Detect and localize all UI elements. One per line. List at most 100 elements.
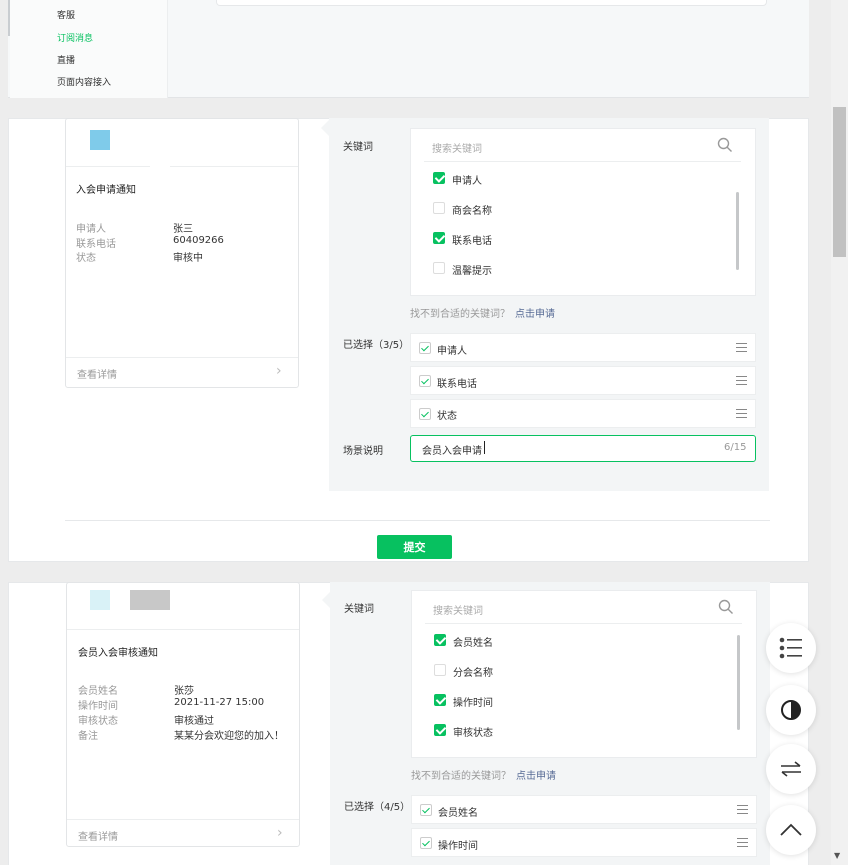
drag-handle-icon[interactable] (736, 343, 747, 352)
search-divider (425, 623, 742, 624)
keyword-checkbox[interactable] (433, 232, 445, 244)
field-key: 状态 (76, 253, 96, 264)
thumbnail-image (90, 590, 110, 610)
chevron-right-icon: › (277, 825, 283, 841)
keyword-option[interactable]: 操作时间 (453, 694, 493, 709)
keyword-option[interactable]: 分会名称 (453, 664, 493, 679)
keyword-search-input[interactable]: 搜索关键词 (433, 602, 483, 617)
drag-handle-icon[interactable] (737, 805, 748, 814)
apply-keyword-link[interactable]: 点击申请 (516, 767, 556, 782)
submit-button[interactable]: 提交 (377, 535, 452, 559)
menu-item-page-content[interactable]: 页面内容接入 (57, 75, 111, 88)
thumbnail-image-blurred (130, 590, 170, 610)
keyword-checkbox[interactable] (433, 262, 445, 274)
keyword-checkbox[interactable] (434, 724, 446, 736)
card-divider (66, 166, 298, 167)
list-icon (779, 637, 802, 659)
scene-label: 场景说明 (343, 446, 383, 457)
selected-item-label: 会员姓名 (438, 808, 478, 819)
keywords-label: 关键词 (343, 142, 373, 153)
selected-item-label: 状态 (437, 411, 457, 422)
section-divider (65, 520, 770, 521)
drag-handle-icon[interactable] (737, 838, 748, 847)
field-key: 联系电话 (76, 239, 116, 250)
search-icon[interactable] (717, 137, 733, 153)
keyword-checkbox[interactable] (434, 664, 446, 676)
apply-keyword-link[interactable]: 点击申请 (515, 305, 555, 320)
keyword-checkbox[interactable] (434, 694, 446, 706)
selected-item-label: 联系电话 (437, 379, 477, 390)
field-value: 张莎 (174, 686, 194, 697)
field-key: 会员姓名 (78, 686, 118, 697)
page-scrollbar-thumb[interactable] (833, 107, 846, 257)
swap-icon (781, 761, 801, 777)
card-title: 入会申请通知 (76, 185, 136, 196)
config-caret (322, 592, 330, 608)
keyword-search-input[interactable]: 搜索关键词 (432, 140, 482, 155)
keyword-list-scrollbar[interactable] (736, 192, 739, 270)
menu-item-live[interactable]: 直播 (57, 53, 75, 66)
keyword-checkbox[interactable] (434, 634, 446, 646)
scroll-down-arrow-icon[interactable]: ▼ (834, 851, 840, 860)
field-key: 申请人 (76, 224, 106, 235)
search-divider (424, 161, 741, 162)
menu-divider (8, 0, 10, 36)
field-value: 张三 (173, 224, 193, 235)
keyword-list-scrollbar[interactable] (737, 635, 740, 730)
back-to-top-button[interactable] (766, 805, 816, 855)
drag-handle-icon[interactable] (736, 376, 747, 385)
field-value: 60409266 (173, 235, 224, 246)
keyword-option[interactable]: 商会名称 (452, 202, 492, 217)
selected-checkbox[interactable] (420, 804, 432, 816)
drag-handle-icon[interactable] (736, 409, 747, 418)
back-to-top-icon (780, 823, 802, 836)
field-value: 审核中 (173, 253, 203, 264)
selected-checkbox[interactable] (419, 375, 431, 387)
selected-checkbox[interactable] (420, 837, 432, 849)
switch-button[interactable] (766, 744, 816, 794)
theme-toggle-button[interactable] (766, 685, 816, 735)
search-icon[interactable] (718, 599, 734, 615)
contrast-icon (781, 700, 801, 720)
field-key: 审核状态 (78, 716, 118, 727)
card-notch (150, 160, 170, 172)
chevron-right-icon: › (276, 363, 282, 379)
card-footer-divider (66, 357, 298, 358)
scene-input-value: 会员入会申请 (422, 446, 482, 457)
keyword-checkbox[interactable] (433, 202, 445, 214)
keyword-option[interactable]: 申请人 (452, 172, 482, 187)
menu-item-subscription-message[interactable]: 订阅消息 (57, 31, 93, 44)
field-key: 操作时间 (78, 701, 118, 712)
menu-item-customer-service[interactable]: 客服 (57, 8, 75, 21)
selected-label: 已选择（4/5） (344, 802, 411, 813)
field-value: 某某分会欢迎您的加入！ (174, 731, 284, 742)
text-cursor (484, 441, 485, 454)
card-divider (67, 629, 299, 630)
hint-text: 找不到合适的关键词？ (411, 771, 511, 782)
config-caret (321, 120, 329, 136)
keyword-option[interactable]: 会员姓名 (453, 634, 493, 649)
selected-item-label: 操作时间 (438, 841, 478, 852)
selected-checkbox[interactable] (419, 408, 431, 420)
selected-item-row[interactable] (410, 399, 756, 428)
keyword-option[interactable]: 联系电话 (452, 232, 492, 247)
previous-card-edge (216, 0, 767, 6)
thumbnail-image (90, 130, 110, 150)
view-details-link[interactable]: 查看详情 (78, 828, 118, 843)
keyword-option[interactable]: 温馨提示 (452, 262, 492, 277)
view-details-link[interactable]: 查看详情 (77, 366, 117, 381)
card-title: 会员入会审核通知 (78, 648, 158, 659)
hint-text: 找不到合适的关键词？ (410, 309, 510, 320)
card-footer-divider (67, 819, 299, 820)
selected-checkbox[interactable] (419, 342, 431, 354)
field-key: 备注 (78, 731, 98, 742)
keyword-checkbox[interactable] (433, 172, 445, 184)
keywords-label: 关键词 (344, 604, 374, 615)
field-value: 2021-11-27 15:00 (174, 697, 265, 708)
keyword-option[interactable]: 审核状态 (453, 724, 493, 739)
selected-label: 已选择（3/5） (343, 340, 410, 351)
field-value: 审核通过 (174, 716, 214, 727)
outline-button[interactable] (766, 623, 816, 673)
selected-item-label: 申请人 (437, 346, 467, 357)
char-counter: 6/15 (724, 442, 747, 453)
